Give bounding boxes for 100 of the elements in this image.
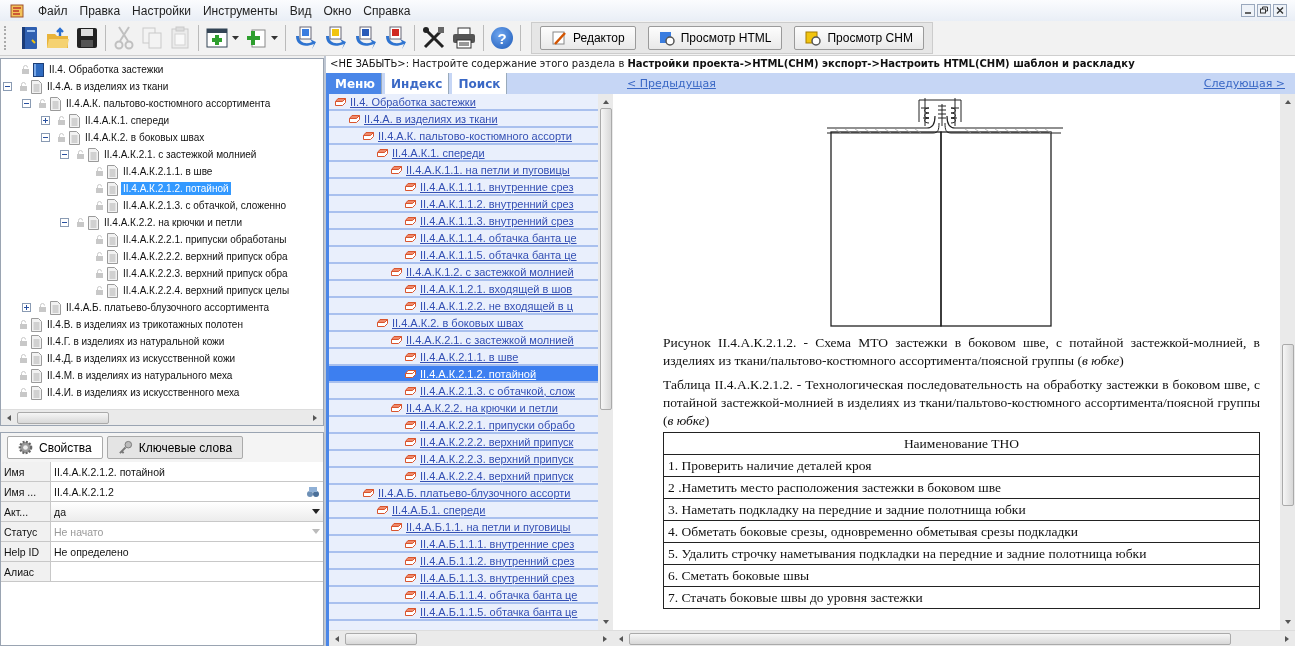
close-icon[interactable] bbox=[1273, 4, 1287, 17]
toc-row[interactable]: II.4.А.К.2.2.4. верхний припуск bbox=[329, 468, 598, 485]
scrollbar-thumb[interactable] bbox=[345, 633, 417, 645]
menu-item[interactable]: Настройки bbox=[126, 3, 197, 18]
scroll-left-icon[interactable] bbox=[617, 634, 625, 643]
horizontal-scrollbar[interactable] bbox=[613, 630, 1295, 646]
dropdown-field[interactable]: да bbox=[51, 502, 323, 522]
app-icon[interactable] bbox=[10, 3, 24, 18]
toc-row[interactable]: II.4.А.К.1.2.1. входящей в шов bbox=[329, 281, 598, 298]
navigation-tab[interactable]: Индекс bbox=[385, 73, 450, 94]
toc-row[interactable]: II.4.А.К.1.1.4. обтачка банта це bbox=[329, 230, 598, 247]
toc-row[interactable]: II.4.А.Б. платьево-блузочного ассорти bbox=[329, 485, 598, 502]
tree-item[interactable]: II.4.М. в изделиях из натурального меха bbox=[45, 369, 235, 382]
toc-row[interactable]: II.4. Обработка застежки bbox=[329, 94, 598, 111]
tree-item[interactable]: II.4.Г. в изделиях из натуральной кожи bbox=[45, 335, 227, 348]
toc-row[interactable]: II.4.А.К.1.1. на петли и пуговицы bbox=[329, 162, 598, 179]
toc-row[interactable]: II.4.А.К.2. в боковых швах bbox=[329, 315, 598, 332]
expand-toggle-icon[interactable] bbox=[41, 116, 50, 125]
scroll-left-icon[interactable] bbox=[333, 634, 341, 643]
tree-item[interactable]: II.4.И. в изделиях из искусственного меха bbox=[45, 386, 242, 399]
horizontal-scrollbar[interactable] bbox=[1, 409, 323, 425]
tree-item[interactable]: II.4.А.К.2.2.3. верхний припуск обра bbox=[121, 267, 290, 280]
expand-toggle-icon[interactable] bbox=[60, 150, 69, 159]
tree-item[interactable]: II.4.А.К. пальтово-костюмного ассортимента bbox=[64, 97, 273, 110]
tree-item[interactable]: II.4.А.Б. платьево-блузочного ассортимента bbox=[64, 301, 271, 314]
scrollbar-thumb[interactable] bbox=[600, 108, 612, 410]
previous-link[interactable]: < Предыдущая bbox=[627, 77, 716, 90]
view-button[interactable]: Просмотр HTML bbox=[647, 26, 783, 50]
toc-row[interactable]: II.4.А.Б.1.1. на петли и пуговицы bbox=[329, 519, 598, 536]
toc-row[interactable]: II.4.А.К. пальтово-костюмного ассорти bbox=[329, 128, 598, 145]
toc-row[interactable]: II.4.А.Б.1. спереди bbox=[329, 502, 598, 519]
toc-row[interactable]: II.4.А.К.1.2.2. не входящей в ц bbox=[329, 298, 598, 315]
toc-row[interactable]: II.4.А.Б.1.1.4. обтачка банта це bbox=[329, 587, 598, 604]
tree-item[interactable]: II.4.А.К.2.2.2. верхний припуск обра bbox=[121, 250, 290, 263]
scroll-right-icon[interactable] bbox=[1283, 634, 1291, 643]
toc-row[interactable]: II.4.А.К.2.2.2. верхний припуск bbox=[329, 434, 598, 451]
menu-item[interactable]: Файл bbox=[32, 3, 74, 18]
menu-item[interactable]: Окно bbox=[317, 3, 358, 18]
scroll-down-icon[interactable] bbox=[1283, 618, 1292, 626]
tree-item[interactable]: II.4. Обработка застежки bbox=[47, 63, 166, 76]
restore-icon[interactable] bbox=[1257, 4, 1271, 17]
toc-row[interactable]: II.4.А.К.2.2.3. верхний припуск bbox=[329, 451, 598, 468]
toc-row[interactable]: II.4.А.Б.1.1.2. внутренний срез bbox=[329, 553, 598, 570]
scrollbar-thumb[interactable] bbox=[1282, 344, 1294, 506]
properties-tab[interactable]: Ключевые слова bbox=[106, 436, 244, 459]
scroll-left-icon[interactable] bbox=[5, 413, 13, 422]
minimize-icon[interactable] bbox=[1241, 4, 1255, 17]
next-link[interactable]: Следующая > bbox=[1203, 77, 1285, 90]
expand-toggle-icon[interactable] bbox=[3, 82, 12, 91]
binoculars-icon[interactable] bbox=[306, 485, 320, 498]
tree-item[interactable]: II.4.А.К.2.1. с застежкой молнией bbox=[102, 148, 259, 161]
view-button[interactable]: Просмотр CHM bbox=[794, 26, 924, 50]
toc-row[interactable]: II.4.А. в изделиях из ткани bbox=[329, 111, 598, 128]
view-button[interactable]: Редактор bbox=[540, 26, 636, 50]
tree-item[interactable]: II.4.Д. в изделиях из искусственной кожи bbox=[45, 352, 238, 365]
tree-item[interactable]: II.4.А.К.2. в боковых швах bbox=[83, 131, 207, 144]
scroll-up-icon[interactable] bbox=[1283, 98, 1292, 106]
toc-row[interactable]: II.4.А.К.2.1. с застежкой молнией bbox=[329, 332, 598, 349]
expand-toggle-icon[interactable] bbox=[22, 303, 31, 312]
dropdown-arrow-icon[interactable] bbox=[232, 36, 239, 40]
toc-row[interactable]: II.4.А.Б.1.1.1. внутренние срез bbox=[329, 536, 598, 553]
vertical-scrollbar[interactable] bbox=[598, 94, 613, 630]
toc-row[interactable]: II.4.А.К.2.2.1. припуски обрабо bbox=[329, 417, 598, 434]
menu-item[interactable]: Правка bbox=[73, 3, 127, 18]
toc-row[interactable]: II.4.А.К.1.1.3. внутренний срез bbox=[329, 213, 598, 230]
toc-row[interactable]: II.4.А.К.1.1.2. внутренний срез bbox=[329, 196, 598, 213]
toc-row[interactable]: II.4.А.К.2.2. на крючки и петли bbox=[329, 400, 598, 417]
vertical-scrollbar[interactable] bbox=[1280, 94, 1295, 630]
expand-toggle-icon[interactable] bbox=[60, 218, 69, 227]
properties-tab[interactable]: Свойства bbox=[7, 436, 103, 459]
tree-item[interactable]: II.4.В. в изделиях из трикотажных полотен bbox=[45, 318, 245, 331]
toc-row[interactable]: II.4.А.К.2.1.3. с обтачкой, слож bbox=[329, 383, 598, 400]
dropdown-arrow-icon[interactable] bbox=[271, 36, 278, 40]
menu-item[interactable]: Справка bbox=[357, 3, 417, 18]
tree-item[interactable]: II.4.А.К.2.1.1. в шве bbox=[121, 165, 215, 178]
expand-toggle-icon[interactable] bbox=[22, 99, 31, 108]
scroll-down-icon[interactable] bbox=[601, 618, 610, 626]
tree-item[interactable]: II.4.А.К.2.2.4. верхний припуск целы bbox=[121, 284, 292, 297]
horizontal-scrollbar[interactable] bbox=[329, 630, 613, 646]
navigation-tab[interactable]: Меню bbox=[329, 73, 383, 94]
scroll-up-icon[interactable] bbox=[601, 98, 610, 106]
tree-item[interactable]: II.4.А.К.2.2. на крючки и петли bbox=[102, 216, 244, 229]
scrollbar-thumb[interactable] bbox=[17, 412, 109, 424]
toc-row[interactable]: II.4.А.К.1. спереди bbox=[329, 145, 598, 162]
tree-item[interactable]: II.4.А. в изделиях из ткани bbox=[45, 80, 171, 93]
toc-row[interactable]: II.4.А.К.1.1.5. обтачка банта це bbox=[329, 247, 598, 264]
menu-item[interactable]: Инструменты bbox=[196, 3, 284, 18]
dropdown-arrow-icon[interactable] bbox=[312, 509, 320, 514]
expand-toggle-icon[interactable] bbox=[41, 133, 50, 142]
tree-item[interactable]: II.4.А.К.1. спереди bbox=[83, 114, 172, 127]
menu-item[interactable]: Вид bbox=[283, 3, 318, 18]
navigation-tab[interactable]: Поиск bbox=[452, 73, 508, 94]
toc-row[interactable]: II.4.А.Б.1.1.5. обтачка банта це bbox=[329, 604, 598, 621]
tree-item[interactable]: II.4.А.К.2.2.1. припуски обработаны bbox=[121, 233, 289, 246]
toc-row[interactable]: II.4.А.К.2.1.2. потайной bbox=[329, 366, 598, 383]
toc-row[interactable]: II.4.А.К.1.1.1. внутренние срез bbox=[329, 179, 598, 196]
tree-item[interactable]: II.4.А.К.2.1.3. с обтачкой, сложенно bbox=[121, 199, 289, 212]
scrollbar-thumb[interactable] bbox=[629, 633, 1231, 645]
scroll-right-icon[interactable] bbox=[311, 413, 319, 422]
toc-row[interactable]: II.4.А.К.1.2. с застежкой молнией bbox=[329, 264, 598, 281]
